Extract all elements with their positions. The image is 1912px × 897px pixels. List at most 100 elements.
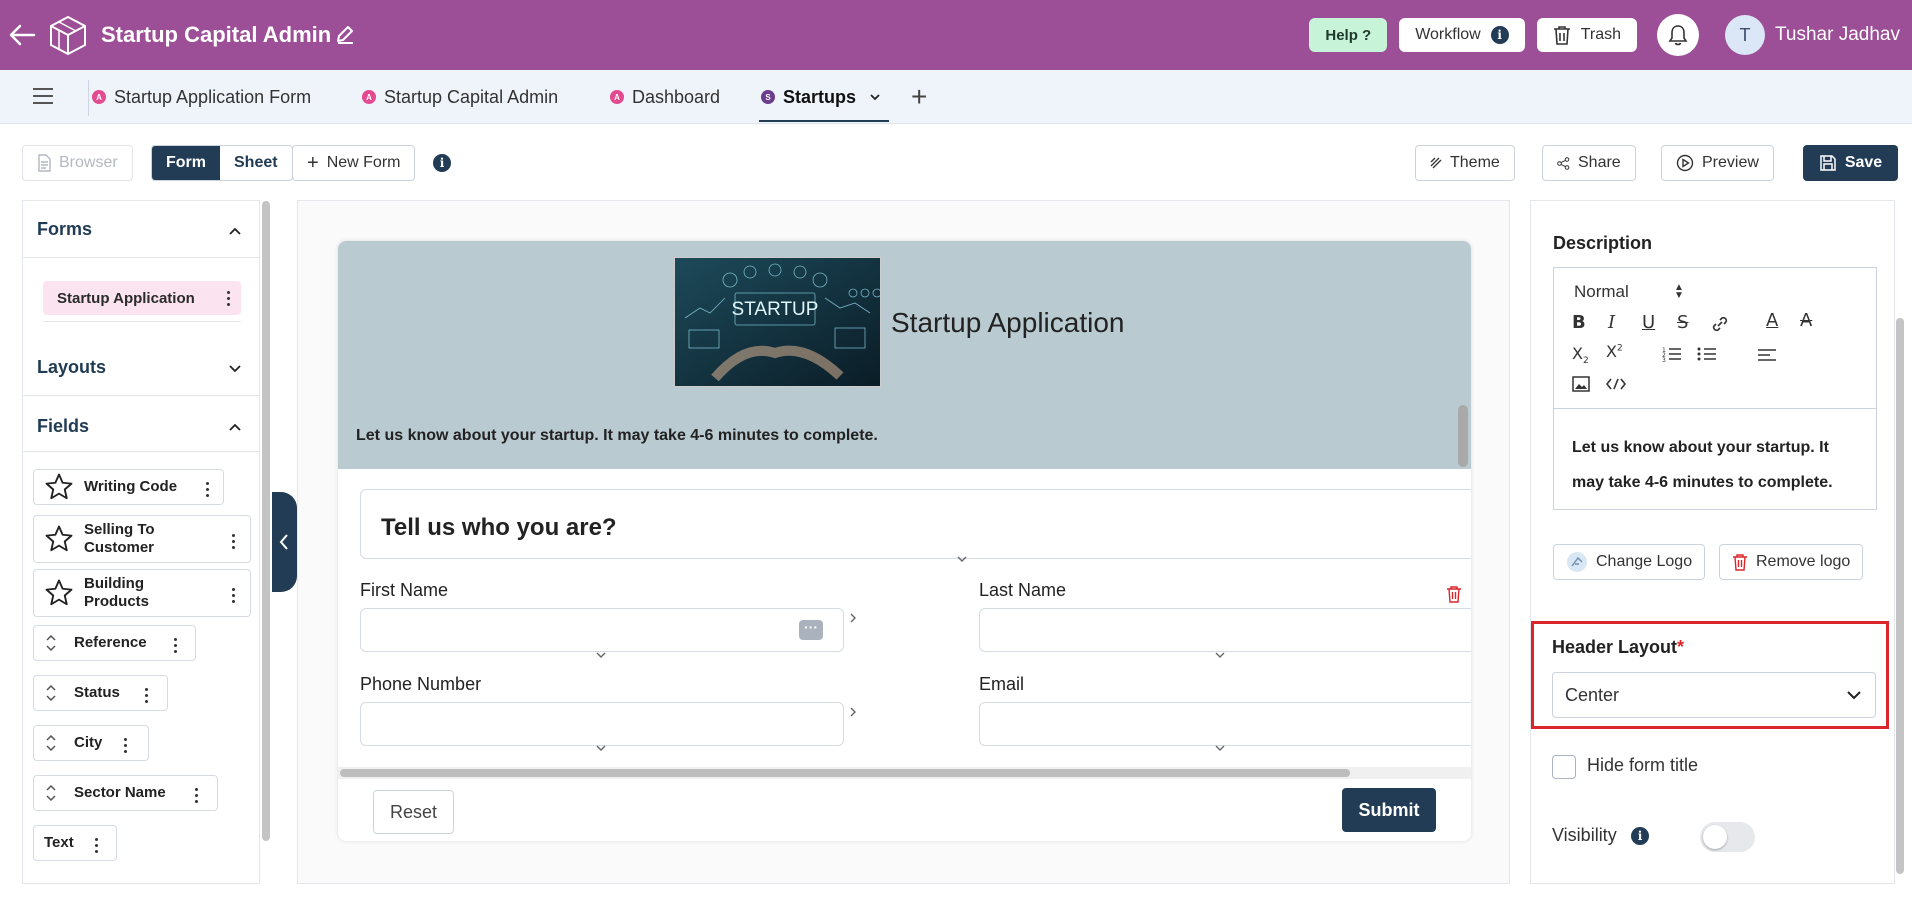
last-name-input[interactable] xyxy=(979,608,1471,652)
edit-pencil-icon[interactable] xyxy=(335,24,355,44)
more-options-icon[interactable] xyxy=(232,588,236,603)
tab-startup-capital-admin[interactable]: A Startup Capital Admin xyxy=(362,70,558,124)
field-status[interactable]: Status xyxy=(33,675,168,711)
more-options-icon[interactable] xyxy=(195,788,199,803)
field-selling-to-customer[interactable]: Selling To Customer xyxy=(33,515,251,563)
phone-input[interactable] xyxy=(360,702,844,746)
save-button[interactable]: Save xyxy=(1803,145,1898,181)
change-logo-button[interactable]: Change Logo xyxy=(1553,544,1706,580)
field-reference[interactable]: Reference xyxy=(33,625,196,661)
more-options-icon[interactable] xyxy=(227,291,231,306)
form-logo-image: STARTUP xyxy=(674,257,881,387)
form-title: Startup Application xyxy=(891,307,1125,338)
back-arrow-icon[interactable] xyxy=(8,22,36,48)
code-icon[interactable] xyxy=(1606,378,1626,390)
forms-heading[interactable]: Forms xyxy=(37,219,92,240)
chevron-down-icon[interactable] xyxy=(1215,745,1225,751)
field-writing-code[interactable]: Writing Code xyxy=(33,469,224,505)
add-tab-button[interactable]: + xyxy=(911,82,927,112)
preview-button[interactable]: Preview xyxy=(1661,145,1774,181)
tab-startups[interactable]: S Startups xyxy=(761,70,880,124)
trash-label: Trash xyxy=(1580,26,1622,43)
more-options-icon[interactable] xyxy=(124,738,128,753)
collapse-sidebar-button[interactable] xyxy=(272,492,297,592)
more-horizontal-icon[interactable]: ··· xyxy=(799,620,823,640)
email-input[interactable] xyxy=(979,702,1471,746)
field-label: Sector Name xyxy=(74,784,166,801)
sort-icon xyxy=(46,685,56,701)
form-item-startup-application[interactable]: Startup Application xyxy=(43,281,241,315)
editor-content[interactable]: Let us know about your startup. It may t… xyxy=(1572,430,1862,500)
editor-toolbar: Browser Form Sheet + New Form i Theme Sh… xyxy=(0,124,1912,200)
field-city[interactable]: City xyxy=(33,725,149,761)
tab-startup-application-form[interactable]: A Startup Application Form xyxy=(92,70,311,124)
info-icon[interactable]: i xyxy=(1631,827,1649,845)
info-icon[interactable]: i xyxy=(433,154,451,172)
sheet-view-button[interactable]: Sheet xyxy=(220,146,292,180)
fields-heading[interactable]: Fields xyxy=(37,416,89,437)
scrollbar-thumb[interactable] xyxy=(340,769,1350,777)
notifications-button[interactable] xyxy=(1657,14,1700,56)
layouts-heading[interactable]: Layouts xyxy=(37,357,106,378)
sidebar-scrollbar[interactable] xyxy=(262,201,270,841)
theme-label: Theme xyxy=(1450,154,1500,171)
menu-icon[interactable] xyxy=(33,88,53,104)
delete-icon[interactable] xyxy=(1446,585,1462,603)
bullet-list-icon[interactable] xyxy=(1697,346,1717,362)
panel-scrollbar[interactable] xyxy=(1896,318,1904,874)
visibility-toggle[interactable] xyxy=(1700,822,1755,852)
tab-dashboard[interactable]: A Dashboard xyxy=(610,70,720,124)
bold-icon[interactable]: B xyxy=(1572,312,1586,333)
chevron-up-icon[interactable] xyxy=(229,227,241,235)
reset-button[interactable]: Reset xyxy=(373,790,454,834)
subscript-icon[interactable]: X2 xyxy=(1572,344,1589,366)
rich-text-editor[interactable]: Normal ▲ ▼ B I U S A A X2 X2 123 Let us k… xyxy=(1553,267,1877,510)
field-building-products[interactable]: Building Products xyxy=(33,569,251,617)
italic-icon[interactable]: I xyxy=(1608,312,1615,333)
chevron-up-icon[interactable] xyxy=(229,423,241,431)
more-options-icon[interactable] xyxy=(232,534,236,549)
chevron-down-icon[interactable] xyxy=(596,745,606,751)
text-color-icon[interactable]: A xyxy=(1766,310,1778,331)
underline-icon[interactable]: U xyxy=(1642,312,1655,333)
form-horizontal-scrollbar[interactable] xyxy=(338,767,1471,779)
workflow-button[interactable]: Workflow i xyxy=(1399,18,1525,52)
more-options-icon[interactable] xyxy=(206,482,210,497)
new-form-button[interactable]: + New Form xyxy=(292,145,416,181)
chevron-right-icon[interactable] xyxy=(850,613,856,623)
theme-button[interactable]: Theme xyxy=(1415,145,1515,181)
image-icon[interactable] xyxy=(1572,376,1590,392)
chevron-down-icon[interactable] xyxy=(1215,652,1225,658)
highlight-color-icon[interactable]: A xyxy=(1800,310,1812,331)
field-sector-name[interactable]: Sector Name xyxy=(33,775,218,811)
play-icon xyxy=(1676,154,1694,172)
trash-button[interactable]: Trash xyxy=(1536,18,1638,52)
form-vertical-scrollbar[interactable] xyxy=(1458,405,1468,467)
more-options-icon[interactable] xyxy=(95,838,99,853)
first-name-input[interactable]: ··· xyxy=(360,608,844,652)
align-left-icon[interactable] xyxy=(1757,348,1777,362)
user-menu[interactable]: T Tushar Jadhav xyxy=(1725,15,1900,55)
browser-button[interactable]: Browser xyxy=(22,145,133,181)
chevron-down-icon[interactable] xyxy=(596,652,606,658)
chevron-right-icon[interactable] xyxy=(850,707,856,717)
section-header-box[interactable]: Tell us who you are? xyxy=(360,489,1471,559)
link-icon[interactable] xyxy=(1710,314,1730,334)
help-button[interactable]: Help ? xyxy=(1309,18,1388,52)
more-options-icon[interactable] xyxy=(145,688,149,703)
form-view-button[interactable]: Form xyxy=(152,146,220,180)
chevron-down-icon[interactable] xyxy=(870,93,880,101)
header-layout-select[interactable]: Center xyxy=(1552,672,1876,718)
share-button[interactable]: Share xyxy=(1542,145,1636,181)
ordered-list-icon[interactable]: 123 xyxy=(1662,346,1682,362)
superscript-icon[interactable]: X2 xyxy=(1606,342,1623,361)
submit-button[interactable]: Submit xyxy=(1342,788,1436,832)
remove-logo-button[interactable]: Remove logo xyxy=(1719,544,1864,580)
chevron-down-icon[interactable] xyxy=(957,556,967,562)
more-options-icon[interactable] xyxy=(174,638,178,653)
chevron-down-icon[interactable] xyxy=(229,365,241,373)
field-text[interactable]: Text xyxy=(33,825,117,861)
text-style-select[interactable]: Normal xyxy=(1574,282,1629,302)
hide-form-title-checkbox[interactable] xyxy=(1552,755,1576,779)
strikethrough-icon[interactable]: S xyxy=(1677,312,1688,333)
